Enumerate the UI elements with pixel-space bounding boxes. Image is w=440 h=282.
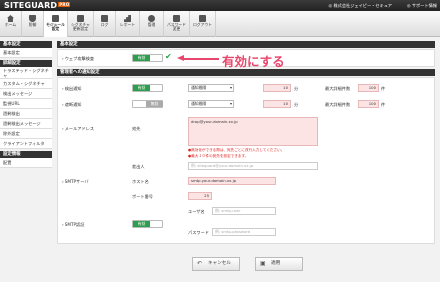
gear-icon [148, 15, 155, 22]
shield-icon [29, 15, 36, 22]
sidebar-item-exclusion[interactable]: 除外設定 [0, 129, 52, 139]
toolbar-defense-button[interactable]: 防御 [22, 11, 44, 37]
toolbar-logout-button[interactable]: ログアウト [190, 11, 216, 37]
block-notify-label: 遮断通知 [62, 102, 82, 108]
host-label: ホスト名 [132, 179, 149, 184]
app-header: SITEGUARD PRO ◎ 株式会社ジェイピー・セキュア ◎ サポート情報 [0, 0, 440, 11]
waf-toggle[interactable]: 有効 [132, 54, 163, 62]
cancel-button[interactable]: ↶ キャンセル [192, 257, 240, 271]
detect-max-input[interactable]: 100 [358, 84, 379, 92]
password-label: パスワード [188, 230, 209, 235]
block-interval-input[interactable]: 10 [263, 100, 291, 108]
report-icon [124, 15, 131, 22]
toolbar-home-button[interactable]: ホーム [0, 11, 22, 37]
sidebar-group-detail: 詳細設定 [0, 60, 52, 67]
apply-button[interactable]: ▣ 適用 [255, 257, 303, 271]
sidebar-item-over-detect-message[interactable]: 過剰検出メッセージ [0, 119, 52, 129]
to-address-textarea[interactable]: drop@your-domain.xx.jp [188, 117, 318, 146]
annotation-arrow [183, 57, 219, 60]
annotation-text: 有効にする [222, 54, 285, 69]
detect-interval-select[interactable]: 通知間隔 [188, 84, 234, 92]
basic-panel: ウェブ攻撃検査 有効 ✔ 有効にする [57, 49, 435, 69]
notify-section-title: 管理者への通知設定 [57, 69, 435, 76]
detect-notify-toggle[interactable]: 有効 [132, 84, 163, 92]
mail-address-label: メールアドレス [62, 126, 94, 132]
main-toolbar: ホーム 防御 モジュール 設定 シグネチャ 更新設定 ログ レポート 管理 パスワー… [0, 11, 440, 37]
block-notify-toggle[interactable]: 無効 [132, 100, 163, 108]
error-message-2: ●最大１０件の宛先を設定できます。 [188, 154, 249, 158]
error-message-1: ●無効化ができる際は、宛先ごとに改行入力してください。 [188, 148, 285, 152]
smtp-auth-toggle[interactable]: 有効 [132, 220, 163, 228]
logout-icon [199, 15, 206, 22]
smtp-auth-label: SMTP認証 [62, 222, 85, 228]
signature-icon [77, 15, 84, 22]
user-label: ユーザ名 [188, 209, 205, 214]
sidebar-item-custom-signature[interactable]: カスタム・シグネチャ [0, 79, 52, 89]
sidebar: 基本設定 基本設定 詳細設定 トラステッド・シグネチャ カスタム・シグネチャ 検… [0, 41, 52, 282]
log-icon [101, 15, 108, 22]
password-input[interactable]: 例: smtp-password [212, 228, 276, 236]
toolbar-log-button[interactable]: ログ [94, 11, 116, 37]
smtp-server-label: SMTPサーバ [62, 179, 89, 185]
sidebar-item-client-filter[interactable]: クライアントフィルタ [0, 139, 52, 149]
toolbar-signature-update-button[interactable]: シグネチャ 更新設定 [68, 11, 94, 37]
notify-panel: 検出通知 有効 通知間隔 10 分 最大詳細件数 100 件 遮断通知 無効 通… [57, 77, 435, 244]
toolbar-password-button[interactable]: パスワード 変更 [164, 11, 190, 37]
check-icon: ✔ [165, 52, 172, 61]
sidebar-item-placement[interactable]: 配置 [0, 158, 52, 168]
detect-notify-label: 検出通知 [62, 86, 82, 92]
waf-label: ウェブ攻撃検査 [62, 56, 94, 62]
module-icon [52, 15, 59, 22]
block-interval-select[interactable]: 通知間隔 [188, 100, 234, 108]
block-max-label: 最大詳細件数 [325, 102, 351, 107]
sidebar-item-detect-message[interactable]: 検出メッセージ [0, 89, 52, 99]
basic-section-title: 基本設定 [57, 41, 435, 48]
port-input[interactable]: 25 [188, 192, 212, 200]
save-icon: ▣ [260, 260, 266, 267]
port-label: ポート番号 [132, 194, 153, 199]
to-label: 宛先 [132, 126, 141, 131]
support-link[interactable]: ◎ サポート情報 [407, 3, 437, 9]
password-icon [173, 15, 180, 22]
toolbar-report-button[interactable]: レポート [116, 11, 140, 37]
sidebar-item-trusted-signature[interactable]: トラステッド・シグネチャ [0, 67, 52, 79]
sidebar-item-over-detect[interactable]: 過剰検出 [0, 109, 52, 119]
sidebar-item-basic-settings[interactable]: 基本設定 [0, 48, 52, 58]
user-input[interactable]: 例: smtp-user [212, 207, 276, 215]
undo-icon: ↶ [197, 260, 203, 267]
from-input[interactable]: 例: siteguard@your-domain.xx.jp [188, 162, 318, 170]
sidebar-item-monitor-url[interactable]: 監視URL [0, 99, 52, 109]
main-content: 基本設定 ウェブ攻撃検査 有効 ✔ 有効にする 管理者への通知設定 検出通知 有… [57, 41, 435, 282]
company-link[interactable]: ◎ 株式会社ジェイピー・セキュア [328, 3, 392, 9]
host-input[interactable]: smtp.your-domain.xx.jp [188, 177, 276, 185]
toolbar-admin-button[interactable]: 管理 [140, 11, 164, 37]
from-label: 差出人 [132, 164, 145, 169]
logo: SITEGUARD PRO [4, 1, 71, 10]
sidebar-group-basic: 基本設定 [0, 41, 52, 48]
detect-interval-input[interactable]: 10 [263, 84, 291, 92]
toolbar-module-settings-button[interactable]: モジュール 設定 [44, 11, 68, 37]
sidebar-group-info: 設定情報 [0, 151, 52, 158]
home-icon [7, 15, 14, 22]
detect-max-label: 最大詳細件数 [325, 86, 351, 91]
block-max-input[interactable]: 100 [358, 100, 379, 108]
